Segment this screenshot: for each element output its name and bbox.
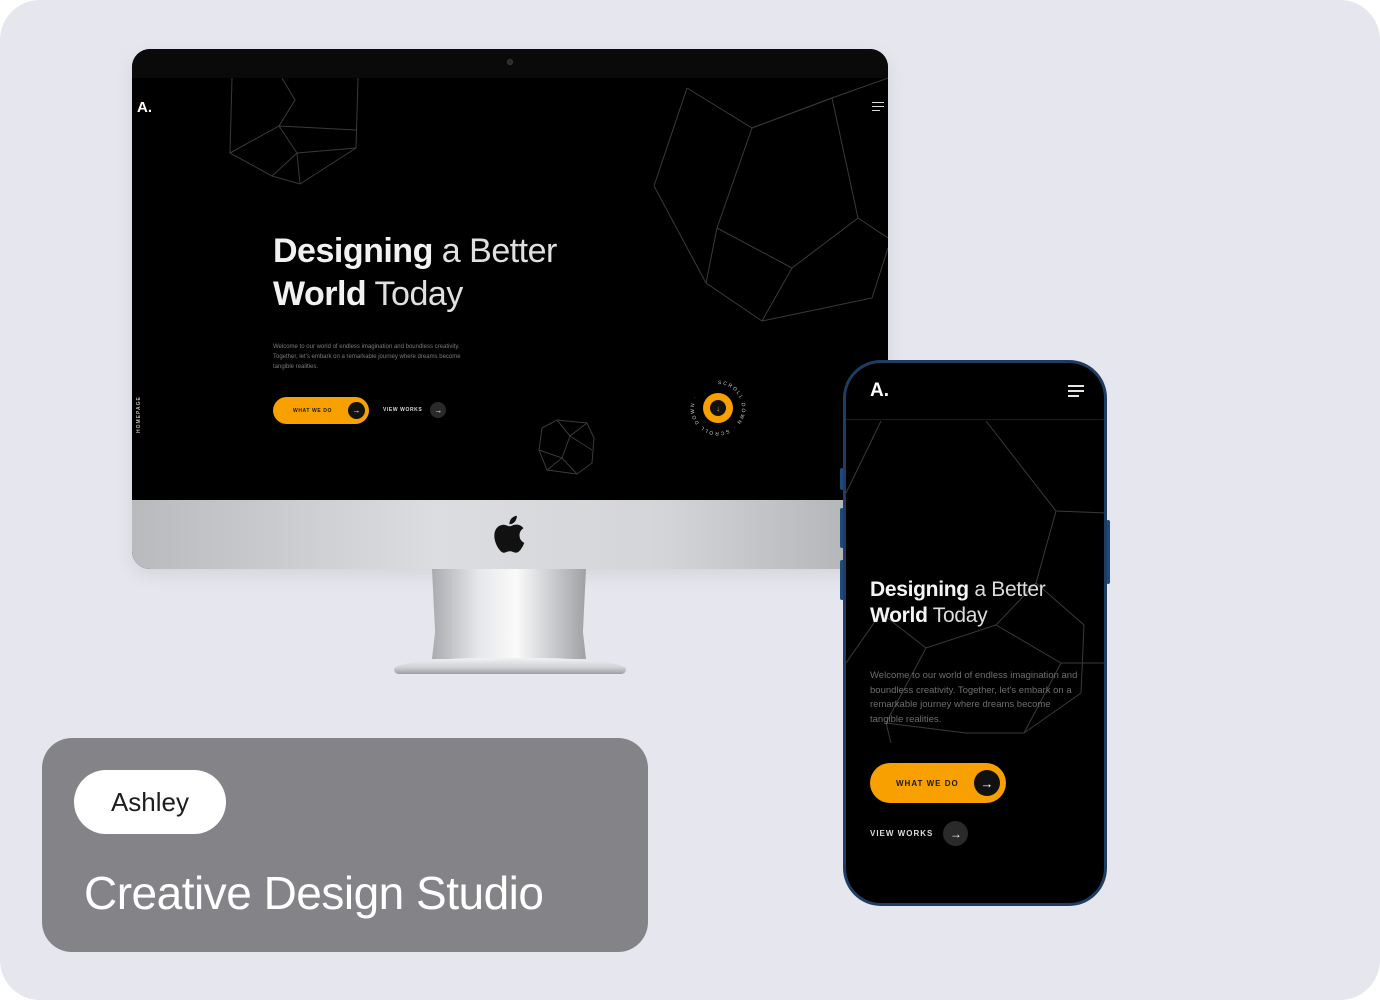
arrow-right-icon: → <box>943 821 969 846</box>
title-bold: World <box>273 275 367 313</box>
arrow-right-icon: → <box>430 402 447 418</box>
button-label: VIEW WORKS <box>383 407 423 413</box>
apple-icon <box>494 515 525 553</box>
desktop-hero-title: Designing a Better World Today <box>273 230 557 316</box>
title-light: a Better <box>968 578 1046 601</box>
showcase-card: A. HOMEPAGE Designing a Better World Tod… <box>0 0 1380 1000</box>
phone-screen: A. Designing a Better World Today Welcom… <box>846 363 1104 903</box>
phone-header: A. <box>846 363 1104 420</box>
phone-menu-icon[interactable] <box>1068 385 1084 400</box>
what-we-do-button[interactable]: WHAT WE DO → <box>870 763 1006 803</box>
button-label: WHAT WE DO <box>293 407 332 414</box>
scroll-ring: ↓ <box>703 393 733 423</box>
caption-title: Creative Design Studio <box>84 867 544 919</box>
desktop-screen: A. HOMEPAGE Designing a Better World Tod… <box>132 78 888 500</box>
phone-logo[interactable]: A. <box>870 380 889 402</box>
desktop-menu-icon[interactable] <box>872 102 884 112</box>
title-bold: Designing <box>870 578 969 601</box>
title-light: Today <box>366 275 464 313</box>
monitor-chin <box>132 500 888 569</box>
title-light: a Better <box>432 232 558 270</box>
button-label: VIEW WORKS <box>870 829 934 838</box>
button-label: WHAT WE DO <box>896 778 959 788</box>
title-bold: World <box>870 604 928 627</box>
title-bold: Designing <box>273 232 433 270</box>
arrow-right-icon: → <box>974 770 1000 796</box>
monitor-stand <box>432 569 586 659</box>
title-light: Today <box>927 604 988 627</box>
arrow-down-icon: ↓ <box>710 400 726 416</box>
what-we-do-button[interactable]: WHAT WE DO → <box>273 397 369 424</box>
phone-mockup: A. Designing a Better World Today Welcom… <box>843 360 1107 906</box>
view-works-button[interactable]: VIEW WORKS → <box>870 821 969 846</box>
view-works-button[interactable]: VIEW WORKS → <box>383 402 447 418</box>
desktop-monitor: A. HOMEPAGE Designing a Better World Tod… <box>132 49 888 569</box>
phone-hero-description: Welcome to our world of endless imaginat… <box>870 670 1078 725</box>
monitor-stand-base <box>394 658 626 674</box>
side-label: HOMEPAGE <box>136 396 142 433</box>
phone-hero-title: Designing a Better World Today <box>870 577 1046 629</box>
caption-box: Ashley Creative Design Studio <box>42 738 648 952</box>
desktop-logo[interactable]: A. <box>137 99 152 116</box>
scroll-down-button[interactable]: SCROLL DOWN · SCROLL DOWN · ↓ <box>690 378 745 438</box>
monitor-bezel <box>132 49 888 78</box>
camera-dot <box>507 59 513 65</box>
name-pill: Ashley <box>74 770 226 834</box>
arrow-right-icon: → <box>348 402 365 419</box>
desktop-hero-description: Welcome to our world of endless imaginat… <box>273 344 461 370</box>
